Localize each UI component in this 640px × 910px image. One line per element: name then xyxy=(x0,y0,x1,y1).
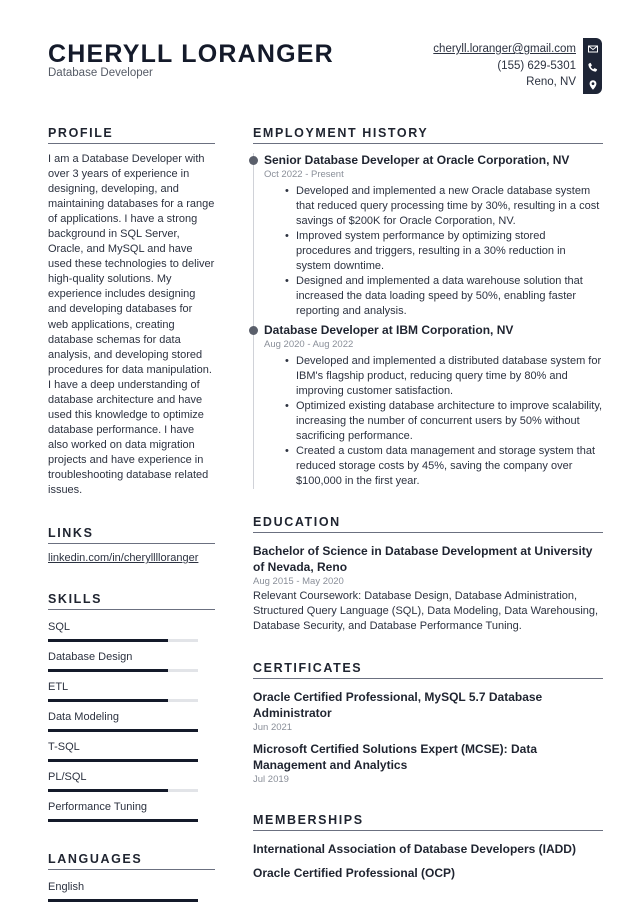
language-level-fill xyxy=(48,899,198,903)
employment-section: EMPLOYMENT HISTORY Senior Database Devel… xyxy=(249,126,603,489)
skill-name: Database Design xyxy=(48,651,133,664)
skill-name: SQL xyxy=(48,621,71,634)
certificates-list: Oracle Certified Professional, MySQL 5.7… xyxy=(253,689,603,787)
job-bullets: Developed and implemented a new Oracle d… xyxy=(264,184,603,319)
job-bullet: Improved system performance by optimizin… xyxy=(285,229,603,274)
skill-level-track xyxy=(48,639,198,643)
location: Reno, NV xyxy=(526,76,576,88)
timeline-dot xyxy=(249,326,258,335)
languages-heading: LANGUAGES xyxy=(48,852,215,871)
envelope-icon xyxy=(587,41,598,59)
education-list: Bachelor of Science in Database Developm… xyxy=(253,543,603,634)
linkedin-link[interactable]: linkedin.com/in/cherylllloranger xyxy=(48,552,215,564)
skill-level-fill xyxy=(48,639,168,643)
employment-heading: EMPLOYMENT HISTORY xyxy=(253,126,603,144)
job-title: Database Developer at IBM Corporation, N… xyxy=(264,323,514,337)
certificate-date: Jun 2021 xyxy=(253,722,293,733)
job-bullets: Developed and implemented a distributed … xyxy=(264,354,603,489)
memberships-section: MEMBERSHIPS International Association of… xyxy=(253,813,603,881)
languages-section: LANGUAGES English xyxy=(48,852,215,903)
candidate-name: CHERYLL LORANGER xyxy=(48,40,334,68)
certificate-title: Oracle Certified Professional, MySQL 5.7… xyxy=(253,690,543,720)
skill-item: Data Modeling xyxy=(48,710,215,733)
job-bullet: Created a custom data management and sto… xyxy=(285,444,603,489)
skills-heading: SKILLS xyxy=(48,592,215,611)
job-bullet: Designed and implemented a data warehous… xyxy=(285,274,603,319)
certificate-title: Microsoft Certified Solutions Expert (MC… xyxy=(253,742,538,772)
skill-level-track xyxy=(48,759,198,763)
links-heading: LINKS xyxy=(48,526,215,545)
skill-item: Performance Tuning xyxy=(48,800,215,823)
membership-item: Oracle Certified Professional (OCP) xyxy=(253,866,456,880)
language-name: English xyxy=(48,881,85,894)
certificates-heading: CERTIFICATES xyxy=(253,661,603,679)
education-section: EDUCATION Bachelor of Science in Databas… xyxy=(253,515,603,634)
links-section: LINKS linkedin.com/in/cherylllloranger xyxy=(48,526,215,564)
skill-name: ETL xyxy=(48,681,69,694)
jobs-list: Senior Database Developer at Oracle Corp… xyxy=(249,153,603,489)
job-bullet: Developed and implemented a distributed … xyxy=(285,354,603,399)
skill-item: Database Design xyxy=(48,650,215,673)
job-date: Oct 2022 - Present xyxy=(264,169,344,180)
skill-level-track xyxy=(48,789,198,793)
skill-level-fill xyxy=(48,729,198,733)
skill-name: T-SQL xyxy=(48,741,80,754)
skill-item: PL/SQL xyxy=(48,770,215,793)
phone-number: (155) 629-5301 xyxy=(497,59,576,72)
memberships-heading: MEMBERSHIPS xyxy=(253,813,603,831)
job-date: Aug 2020 - Aug 2022 xyxy=(264,339,354,350)
skill-level-track xyxy=(48,699,198,703)
skill-item: T-SQL xyxy=(48,740,215,763)
candidate-job-title: Database Developer xyxy=(48,67,153,79)
job-entry: Senior Database Developer at Oracle Corp… xyxy=(249,153,603,319)
education-description: Relevant Coursework: Database Design, Da… xyxy=(253,590,599,632)
certificate-date: Jul 2019 xyxy=(253,774,289,785)
left-column: PROFILE I am a Database Developer with o… xyxy=(48,126,215,910)
skill-level-fill xyxy=(48,699,168,703)
skill-name: Data Modeling xyxy=(48,711,119,724)
profile-section: PROFILE I am a Database Developer with o… xyxy=(48,126,215,498)
profile-text: I am a Database Developer with over 3 ye… xyxy=(48,153,215,497)
skill-level-track xyxy=(48,669,198,673)
membership-item: International Association of Database De… xyxy=(253,842,576,856)
skill-level-fill xyxy=(48,819,198,823)
skill-item: SQL xyxy=(48,620,215,643)
phone-icon xyxy=(587,59,598,77)
certificate-item: Oracle Certified Professional, MySQL 5.7… xyxy=(253,689,603,735)
contact-icon-bar xyxy=(583,38,602,94)
language-item: English xyxy=(48,880,215,903)
certificates-section: CERTIFICATES Oracle Certified Profession… xyxy=(253,661,603,787)
education-heading: EDUCATION xyxy=(253,515,603,533)
email-link[interactable]: cheryll.loranger@gmail.com xyxy=(433,43,576,55)
certificate-item: Microsoft Certified Solutions Expert (MC… xyxy=(253,741,603,787)
education-date: Aug 2015 - May 2020 xyxy=(253,576,344,587)
memberships-list: International Association of Database De… xyxy=(253,841,603,881)
education-item: Bachelor of Science in Database Developm… xyxy=(253,543,603,634)
skills-list: SQL Database Design ETL Data Modeling T-SQL P… xyxy=(48,620,215,823)
right-column: EMPLOYMENT HISTORY Senior Database Devel… xyxy=(249,126,603,881)
skill-level-fill xyxy=(48,759,198,763)
job-bullet: Optimized existing database architecture… xyxy=(285,399,603,444)
skill-name: PL/SQL xyxy=(48,771,87,784)
skill-level-track xyxy=(48,819,198,823)
language-level-track xyxy=(48,899,198,903)
map-pin-icon xyxy=(588,77,598,95)
skill-item: ETL xyxy=(48,680,215,703)
languages-list: English xyxy=(48,880,215,903)
skill-level-fill xyxy=(48,789,168,793)
job-bullet: Developed and implemented a new Oracle d… xyxy=(285,184,603,229)
resume-header: CHERYLL LORANGER Database Developer cher… xyxy=(48,38,608,98)
contact-info: cheryll.loranger@gmail.com (155) 629-530… xyxy=(433,41,576,91)
timeline-dot xyxy=(249,156,258,165)
education-title: Bachelor of Science in Database Developm… xyxy=(253,544,593,574)
skills-section: SKILLS SQL Database Design ETL Data Modelin… xyxy=(48,592,215,823)
job-title: Senior Database Developer at Oracle Corp… xyxy=(264,153,570,167)
skill-level-fill xyxy=(48,669,168,673)
skill-name: Performance Tuning xyxy=(48,801,148,814)
job-entry: Database Developer at IBM Corporation, N… xyxy=(249,323,603,489)
profile-heading: PROFILE xyxy=(48,126,215,144)
skill-level-track xyxy=(48,729,198,733)
